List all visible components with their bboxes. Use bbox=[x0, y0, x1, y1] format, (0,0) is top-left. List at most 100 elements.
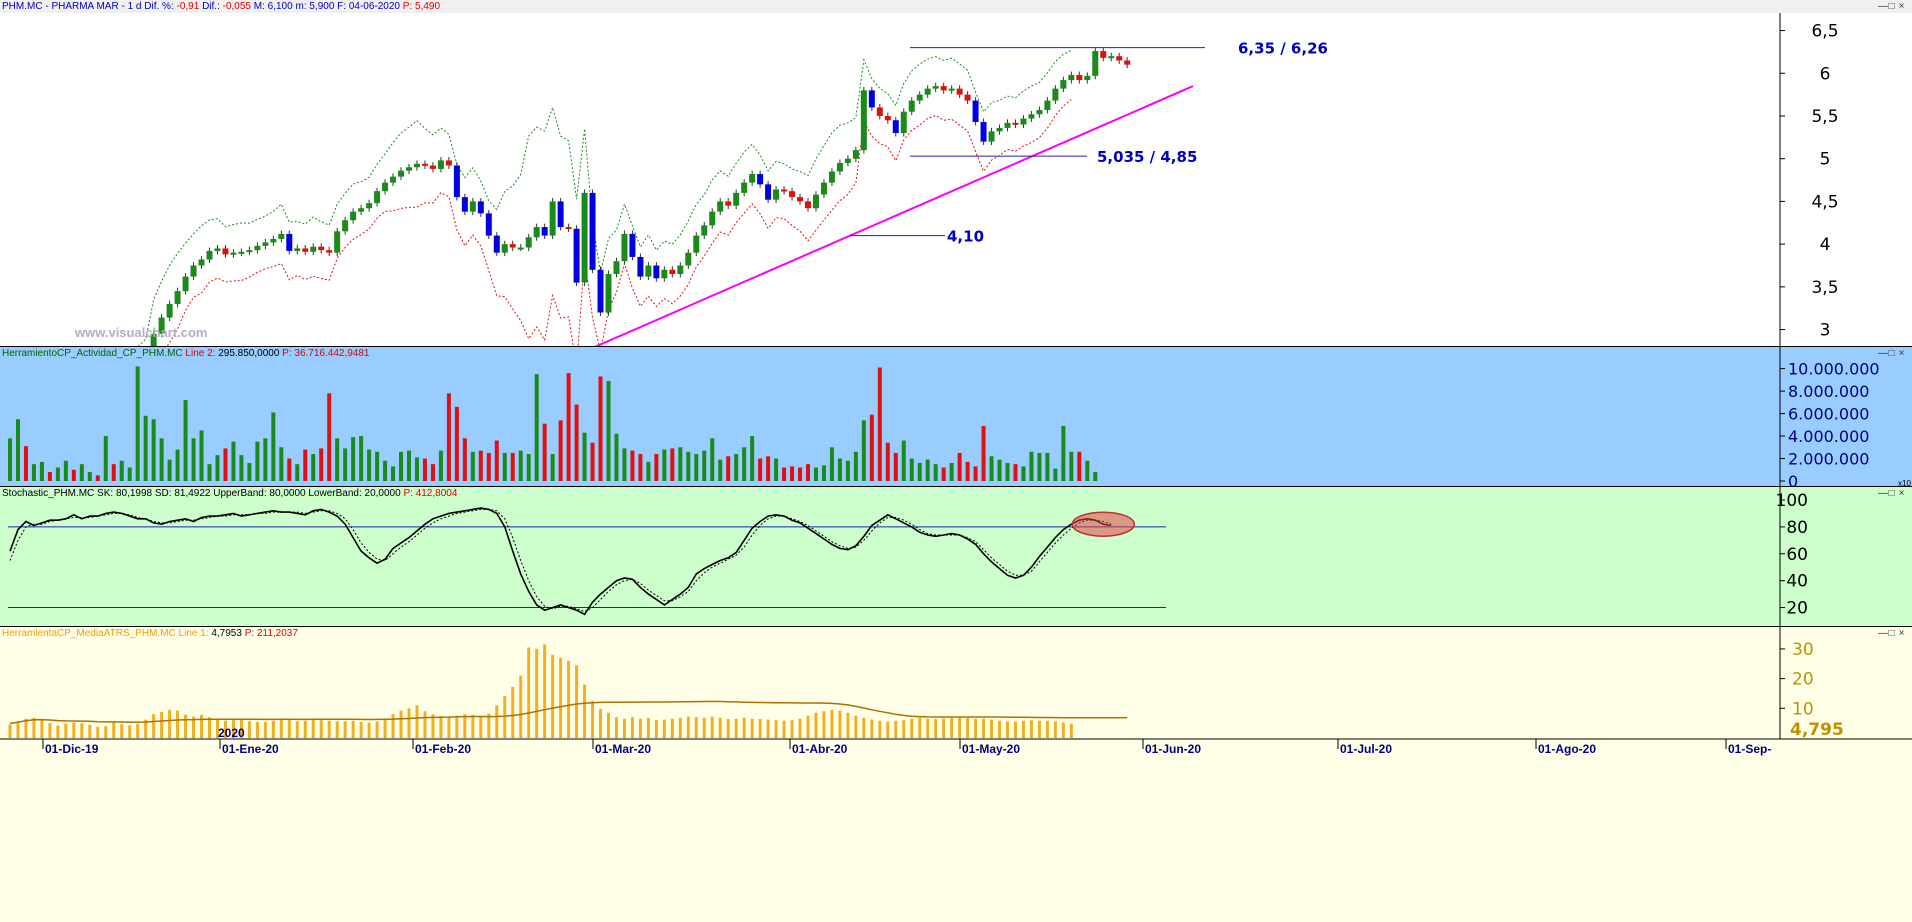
volume-bar bbox=[39, 461, 44, 481]
restore-icon[interactable]: □ bbox=[1888, 488, 1898, 499]
candle-body bbox=[733, 192, 740, 206]
atr-bar bbox=[678, 717, 682, 738]
candle-body bbox=[1076, 74, 1083, 81]
stoch-p-label: P: bbox=[403, 488, 413, 499]
level-label: 4,10 bbox=[947, 228, 984, 246]
stoch-name: Stochastic_PHM.MC bbox=[2, 488, 95, 499]
close-icon[interactable]: × bbox=[1898, 348, 1908, 359]
volume-bar bbox=[558, 420, 563, 481]
atr-bar bbox=[479, 716, 483, 738]
atr-window-buttons: —□× bbox=[1878, 628, 1908, 639]
volume-bar bbox=[574, 404, 579, 481]
volume-bar bbox=[782, 467, 787, 481]
atr-bar bbox=[56, 725, 60, 738]
candle-body bbox=[533, 227, 540, 238]
volume-bar bbox=[885, 442, 890, 481]
atr-bar bbox=[80, 723, 84, 738]
volume-chart[interactable]: 10.000.000 8.000.000 6.000.000 4.000.000 2.0… bbox=[0, 347, 1912, 487]
candle-body bbox=[358, 208, 365, 212]
atr-bar bbox=[503, 695, 507, 738]
atr-bar bbox=[974, 718, 978, 738]
volume-bar bbox=[518, 450, 523, 481]
price-panel[interactable]: PHM.MC - PHARMA MAR - 1 d Dif. %: -0,91 … bbox=[0, 0, 1912, 347]
sk-label: SK: bbox=[97, 488, 114, 499]
candle-body bbox=[190, 265, 197, 277]
volume-bar bbox=[207, 464, 212, 481]
atr-bar bbox=[638, 718, 642, 738]
atr-bar bbox=[383, 719, 387, 738]
atr-bar bbox=[710, 716, 714, 738]
atr-panel[interactable]: HerramientaCP_MediaATRS_PHM.MC Line 1: 4… bbox=[0, 627, 1912, 922]
volume-bar bbox=[941, 467, 946, 481]
atr-bar bbox=[822, 711, 826, 738]
volume-p-value: 36.716.442,9481 bbox=[294, 348, 370, 359]
volume-bar bbox=[510, 452, 515, 481]
volume-bar bbox=[343, 448, 348, 481]
candle-body bbox=[1124, 60, 1131, 65]
volume-bar bbox=[694, 454, 699, 481]
x-tick-label: 01-Ene-20 bbox=[222, 742, 279, 756]
candle-body bbox=[238, 251, 245, 254]
volume-bar bbox=[670, 448, 675, 481]
volume-bar bbox=[726, 456, 731, 481]
atr-bar bbox=[200, 714, 204, 738]
candle-body bbox=[262, 242, 269, 246]
volume-bar bbox=[542, 423, 547, 481]
highlight-marker bbox=[1071, 511, 1136, 537]
volume-bar bbox=[877, 367, 882, 481]
price-header: PHM.MC - PHARMA MAR - 1 d Dif. %: -0,91 … bbox=[2, 1, 440, 12]
atr-bar bbox=[136, 723, 140, 738]
price-chart[interactable]: 6,565,554,543,532,526,35 / 6,265,035 / 4… bbox=[0, 0, 1912, 347]
volume-bar bbox=[63, 460, 68, 481]
minimize-icon[interactable]: — bbox=[1878, 348, 1888, 359]
price-min: 5,900 bbox=[309, 1, 335, 12]
atr-bar bbox=[88, 724, 92, 738]
atr-bar bbox=[439, 716, 443, 738]
restore-icon[interactable]: □ bbox=[1888, 1, 1898, 12]
minimize-icon[interactable]: — bbox=[1878, 488, 1888, 499]
volume-bar bbox=[678, 447, 683, 481]
candle-body bbox=[613, 261, 620, 275]
volume-bar bbox=[973, 466, 978, 481]
candle-body bbox=[900, 111, 907, 134]
stochastic-panel[interactable]: Stochastic_PHM.MC SK: 80,1998 SD: 81,492… bbox=[0, 487, 1912, 627]
close-icon[interactable]: × bbox=[1898, 488, 1908, 499]
atr-bar bbox=[926, 718, 930, 738]
close-icon[interactable]: × bbox=[1898, 1, 1908, 12]
volume-bar bbox=[1005, 463, 1010, 481]
atr-bar bbox=[48, 723, 52, 738]
volume-bar bbox=[869, 414, 874, 481]
atr-bar bbox=[463, 714, 467, 738]
atr-bar bbox=[1029, 720, 1033, 738]
volume-bar bbox=[175, 449, 180, 481]
candle-body bbox=[1044, 100, 1051, 110]
atr-chart[interactable]: 30 20 104,795 01-Dic-19 01-Ene-20 01-Feb-20 01… bbox=[0, 627, 1912, 922]
close-icon[interactable]: × bbox=[1898, 628, 1908, 639]
atr-bar bbox=[543, 644, 547, 738]
atr-bar bbox=[894, 720, 898, 738]
volume-bar bbox=[247, 463, 252, 481]
volume-bar bbox=[1085, 460, 1090, 481]
candle-body bbox=[892, 120, 899, 134]
atr-bar bbox=[854, 715, 858, 738]
volume-bar bbox=[151, 419, 156, 481]
atr-bar bbox=[455, 715, 459, 738]
candle-body bbox=[1084, 75, 1091, 81]
volume-bar bbox=[383, 460, 388, 481]
minimize-icon[interactable]: — bbox=[1878, 628, 1888, 639]
restore-icon[interactable]: □ bbox=[1888, 348, 1898, 359]
candle-body bbox=[429, 165, 436, 169]
volume-tick-label: 10.000.000 bbox=[1788, 360, 1880, 379]
candle-body bbox=[693, 235, 700, 253]
restore-icon[interactable]: □ bbox=[1888, 628, 1898, 639]
price-dif: -0,055 bbox=[222, 1, 251, 12]
atr-bar bbox=[359, 721, 363, 738]
candle-body bbox=[621, 233, 628, 262]
volume-panel[interactable]: HerramientoCP_Actividad_CP_PHM.MC Line 2… bbox=[0, 347, 1912, 487]
stochastic-chart[interactable]: 100 80 60 40 20 bbox=[0, 487, 1912, 627]
atr-bar bbox=[1053, 721, 1057, 738]
atr-bar bbox=[208, 717, 211, 738]
atr-bar bbox=[726, 719, 730, 738]
candle-body bbox=[876, 107, 883, 116]
minimize-icon[interactable]: — bbox=[1878, 1, 1888, 12]
